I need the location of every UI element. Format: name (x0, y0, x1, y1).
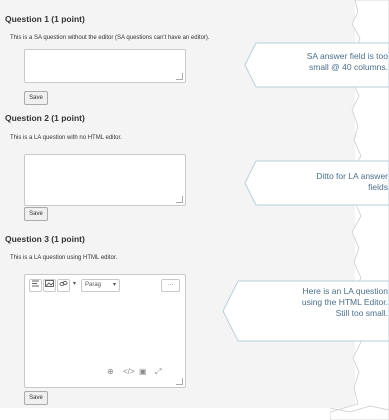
question-1-answer-field[interactable] (24, 49, 186, 83)
spell-check-icon[interactable]: ⊕ (107, 367, 114, 376)
fullscreen-icon[interactable]: ⤢ (155, 367, 161, 377)
resize-grip-icon[interactable] (176, 73, 183, 80)
question-3-save-button[interactable]: Save (24, 391, 48, 405)
chevron-down-icon: ▾ (112, 282, 116, 288)
chevron-down-icon[interactable]: ▾ (71, 279, 78, 290)
question-1-save-button[interactable]: Save (24, 91, 48, 105)
resize-grip-icon[interactable] (176, 378, 183, 385)
callout-3: Here is an LA question using the HTML Ed… (301, 286, 388, 318)
question-2-answer-field[interactable] (24, 154, 186, 206)
question-2-text: This is a LA question with no HTML edito… (10, 135, 122, 141)
callout-1: SA answer field is too small @ 40 column… (306, 51, 388, 72)
question-1-title: Question 1 (1 point) (5, 14, 85, 24)
question-2-save-button[interactable]: Save (24, 207, 48, 221)
question-3-text: This is a LA question using HTML editor. (10, 255, 118, 261)
link-icon[interactable] (57, 279, 70, 292)
question-2-title: Question 2 (1 point) (5, 113, 85, 123)
html-editor[interactable]: ▾ Parag ▾ ··· ⊕ </> ▣ ⤢ (24, 274, 186, 388)
callout-2: Ditto for LA answer fields (316, 171, 388, 192)
align-icon[interactable] (29, 279, 42, 292)
source-code-icon[interactable]: </> (123, 367, 135, 376)
question-1-text: This is a SA question without the editor… (10, 35, 210, 41)
quiz-page: Question 1 (1 point) This is a SA questi… (0, 0, 389, 420)
question-3-title: Question 3 (1 point) (5, 234, 85, 244)
paragraph-label: Parag (85, 282, 102, 288)
more-options-button[interactable]: ··· (161, 279, 180, 292)
image-icon[interactable] (43, 279, 56, 292)
preview-icon[interactable]: ▣ (139, 367, 147, 376)
resize-grip-icon[interactable] (176, 196, 183, 203)
paragraph-format-select[interactable]: Parag ▾ (81, 279, 120, 292)
